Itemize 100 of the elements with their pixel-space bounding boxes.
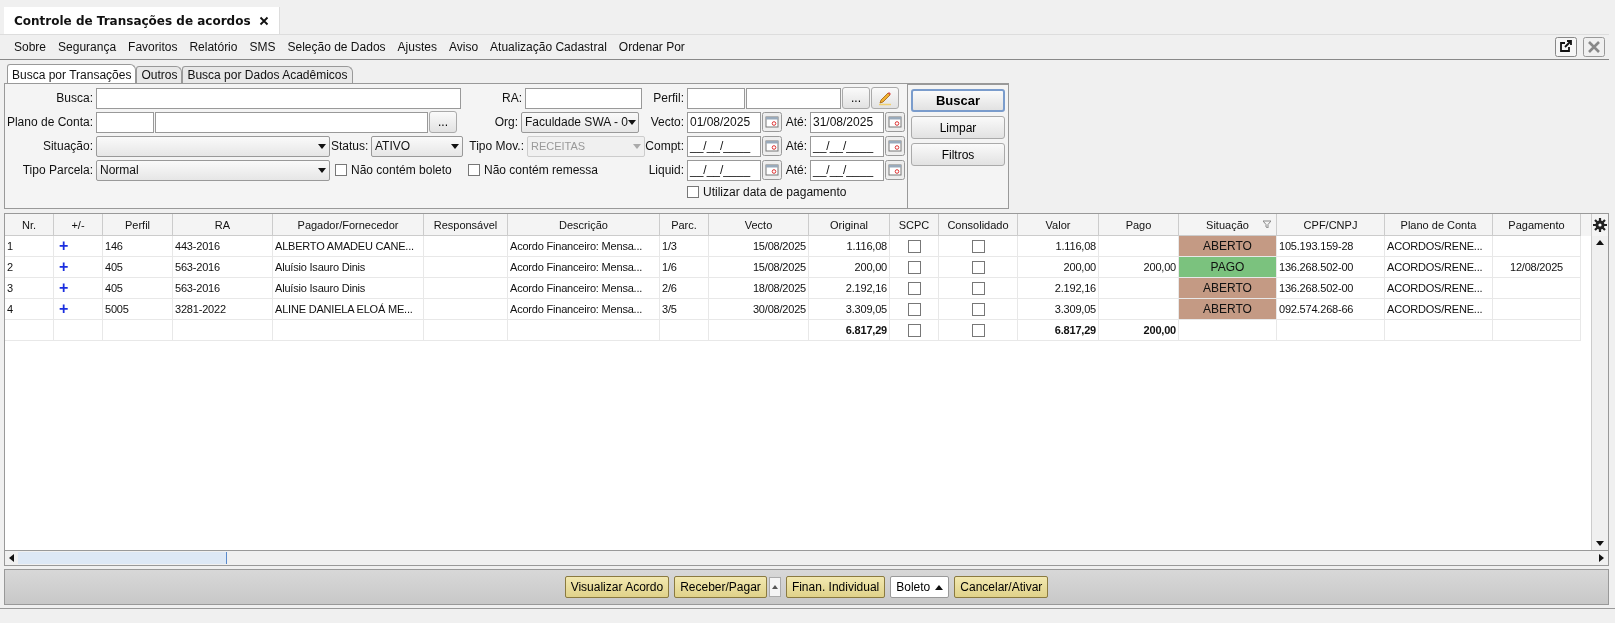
checkbox[interactable] xyxy=(971,323,985,337)
checkbox[interactable] xyxy=(971,302,985,316)
ra-field[interactable] xyxy=(525,87,642,109)
search-tab[interactable]: Busca por Dados Acadêmicos xyxy=(182,66,353,83)
horizontal-scrollbar[interactable] xyxy=(4,551,1609,566)
menu-item[interactable]: Segurança xyxy=(52,40,123,54)
column-header[interactable]: Plano de Conta xyxy=(1385,214,1493,236)
filter-icon[interactable] xyxy=(1263,220,1271,228)
menu-item[interactable]: Sobre xyxy=(8,40,53,54)
action-button[interactable]: Finan. Individual xyxy=(785,576,886,598)
status-dropdown[interactable]: ATIVO xyxy=(371,135,463,157)
column-header[interactable]: Pago xyxy=(1099,214,1179,236)
account-name-field[interactable] xyxy=(155,111,428,133)
table-cell: Acordo Financeiro: Mensa... xyxy=(508,257,660,278)
calendar-icon[interactable] xyxy=(762,136,782,156)
field-label: Situação: xyxy=(41,139,94,153)
calendar-icon[interactable] xyxy=(885,160,905,180)
action-button[interactable]: Limpar xyxy=(911,116,1005,139)
calendar-icon[interactable] xyxy=(762,112,782,132)
caret-icon[interactable] xyxy=(768,577,781,597)
browse-button[interactable]: ... xyxy=(842,87,870,109)
column-header[interactable]: Responsável xyxy=(424,214,508,236)
column-header[interactable]: Parc. xyxy=(660,214,709,236)
date-field[interactable]: __/__/____ xyxy=(687,135,761,157)
checkbox[interactable] xyxy=(907,323,921,337)
scrollbar-thumb[interactable] xyxy=(18,552,227,564)
checkbox[interactable] xyxy=(907,239,921,253)
menu-button[interactable]: Boleto xyxy=(890,576,950,598)
edit-button[interactable] xyxy=(871,87,899,109)
expand-toggle[interactable]: + xyxy=(54,299,103,320)
account-code-field[interactable] xyxy=(96,111,154,133)
column-header[interactable]: Consolidado xyxy=(939,214,1018,236)
column-header[interactable]: SCPC xyxy=(890,214,939,236)
column-header[interactable]: Perfil xyxy=(103,214,173,236)
column-header[interactable]: Pagamento xyxy=(1493,214,1581,236)
checkbox-label: Utilizar data de pagamento xyxy=(703,185,847,199)
field-label: RA: xyxy=(501,91,523,105)
checkbox[interactable] xyxy=(335,164,347,176)
menu-item[interactable]: Relatório xyxy=(183,40,244,54)
checkbox[interactable] xyxy=(687,186,699,198)
menu-item[interactable]: Atualização Cadastral xyxy=(484,40,613,54)
menu-item[interactable]: Seleção de Dados xyxy=(281,40,392,54)
settings-icon[interactable] xyxy=(1593,218,1607,232)
profile-name-field[interactable] xyxy=(746,87,841,109)
column-header[interactable]: Valor xyxy=(1018,214,1099,236)
checkbox[interactable] xyxy=(907,302,921,316)
date-field[interactable]: __/__/____ xyxy=(687,159,761,181)
action-button[interactable]: Cancelar/Ativar xyxy=(954,576,1049,598)
expand-toggle[interactable]: + xyxy=(54,257,103,278)
date-field[interactable]: 01/08/2025 xyxy=(687,111,761,133)
action-button[interactable]: Filtros xyxy=(911,143,1005,166)
search-field[interactable] xyxy=(96,87,461,109)
calendar-icon[interactable] xyxy=(885,112,905,132)
installment-type-dropdown[interactable]: Normal xyxy=(96,159,330,181)
menu-item[interactable]: Favoritos xyxy=(122,40,184,54)
field-label: Busca: xyxy=(55,91,94,105)
checkbox[interactable] xyxy=(468,164,480,176)
menu-item[interactable]: Ajustes xyxy=(391,40,443,54)
menu-item[interactable]: Ordenar Por xyxy=(612,40,691,54)
profile-code-field[interactable] xyxy=(687,87,745,109)
calendar-icon[interactable] xyxy=(885,136,905,156)
checkbox[interactable] xyxy=(971,239,985,253)
column-header[interactable]: Original xyxy=(809,214,890,236)
close-icon[interactable] xyxy=(258,15,269,26)
action-button[interactable]: Visualizar Acordo xyxy=(564,576,670,598)
date-field[interactable]: __/__/____ xyxy=(810,159,884,181)
checkbox[interactable] xyxy=(907,281,921,295)
table-cell: 12/08/2025 xyxy=(1493,257,1581,278)
checkbox[interactable] xyxy=(971,260,985,274)
org-dropdown[interactable]: Faculdade SWA - 0 xyxy=(521,111,639,133)
checkbox[interactable] xyxy=(907,260,921,274)
field-label: Org: xyxy=(493,115,519,129)
scroll-right-icon[interactable] xyxy=(1599,554,1604,562)
date-field[interactable]: 31/08/2025 xyxy=(810,111,884,133)
external-window-icon[interactable] xyxy=(1555,37,1577,57)
menu-item[interactable]: Aviso xyxy=(442,40,485,54)
vertical-scrollbar[interactable] xyxy=(1592,236,1608,550)
browse-button[interactable]: ... xyxy=(429,111,457,133)
action-button[interactable]: Receber/Pagar xyxy=(674,576,767,598)
situation-dropdown[interactable] xyxy=(96,135,330,157)
column-header[interactable]: Nr. xyxy=(5,214,54,236)
scroll-down-icon[interactable] xyxy=(1596,541,1604,546)
search-tab[interactable]: Outros xyxy=(136,66,183,83)
column-header[interactable]: CPF/CNPJ xyxy=(1277,214,1385,236)
scroll-left-icon[interactable] xyxy=(9,554,14,562)
date-field[interactable]: __/__/____ xyxy=(810,135,884,157)
column-header[interactable]: RA xyxy=(173,214,273,236)
column-header[interactable]: Pagador/Fornecedor xyxy=(273,214,424,236)
checkbox[interactable] xyxy=(971,281,985,295)
column-header[interactable]: +/- xyxy=(54,214,103,236)
expand-toggle[interactable]: + xyxy=(54,236,103,257)
scroll-up-icon[interactable] xyxy=(1596,240,1604,245)
action-button[interactable]: Buscar xyxy=(911,89,1005,112)
expand-toggle[interactable]: + xyxy=(54,278,103,299)
search-tab[interactable]: Busca por Transações xyxy=(7,64,137,83)
column-header[interactable]: Descrição xyxy=(508,214,660,236)
menu-item[interactable]: SMS xyxy=(243,40,282,54)
column-header[interactable]: Vecto xyxy=(709,214,809,236)
calendar-icon[interactable] xyxy=(762,160,782,180)
table-cell: ALINE DANIELA ELOÁ ME... xyxy=(273,299,424,320)
